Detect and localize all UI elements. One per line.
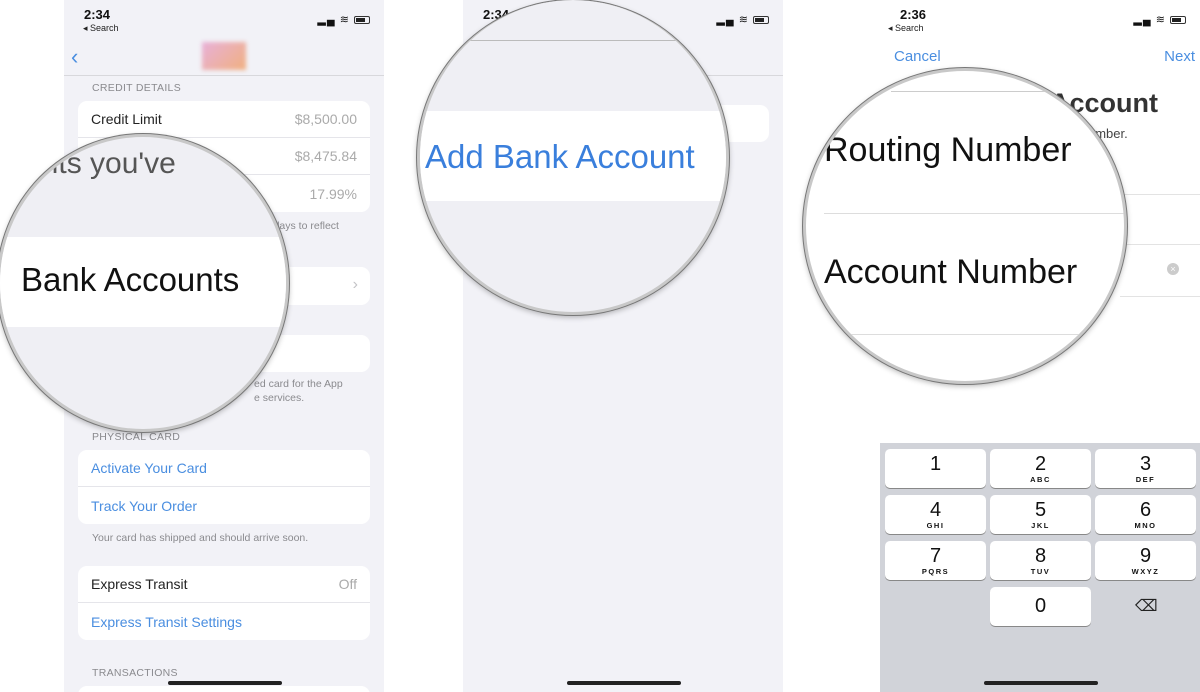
account-number-field[interactable]: Account Number — [824, 253, 1077, 292]
status-time: 2:36 — [900, 7, 927, 22]
physical-card-footer: Your card has shipped and should arrive … — [92, 532, 309, 544]
key-0[interactable]: 0 — [990, 587, 1091, 626]
key-6[interactable]: 6 MNO — [1095, 495, 1196, 534]
row-value: 17.99% — [309, 185, 357, 202]
magnifier-bank-accounts: ments you've Bank Accounts — [0, 134, 289, 432]
physical-card-header: PHYSICAL CARD — [92, 431, 181, 443]
row-label: Credit Limit — [91, 111, 162, 127]
battery-icon — [753, 16, 769, 25]
status-icons: ▂▄ ≋ — [1133, 13, 1186, 26]
status-time: 2:34 — [84, 7, 111, 22]
transactions-group — [78, 686, 370, 692]
key-3[interactable]: 3 DEF — [1095, 449, 1196, 488]
battery-icon — [1170, 16, 1186, 25]
cancel-button[interactable]: Cancel — [894, 48, 941, 65]
numeric-keypad: 1 2 ABC 3 DEF 4 GHI 5 JKL 6 MNO 7 PQRS 8 TUV 9W… — [880, 443, 1200, 692]
credit-limit-row: Credit Limit $8,500.00 — [78, 101, 370, 138]
transactions-header: TRANSACTIONS — [92, 667, 178, 679]
row-label: Express Transit — [91, 576, 188, 592]
key-5[interactable]: 5 JKL — [990, 495, 1091, 534]
battery-icon — [354, 16, 370, 25]
key-1[interactable]: 1 — [885, 449, 986, 488]
track-order-link[interactable]: Track Your Order — [78, 487, 370, 524]
backspace-icon[interactable]: ⌫ — [1135, 596, 1158, 616]
home-indicator — [984, 681, 1098, 685]
credit-details-header: CREDIT DETAILS — [92, 82, 181, 94]
next-button[interactable]: Next — [1164, 48, 1195, 65]
row-value: Off — [338, 576, 357, 592]
status-icons: ▂▄ ≋ — [716, 13, 769, 26]
express-transit-row[interactable]: Express Transit Off — [78, 566, 370, 603]
row-value: $8,500.00 — [294, 111, 357, 127]
magnifier-add-bank-account: Add Bank Account — [417, 0, 729, 315]
home-indicator — [567, 681, 681, 685]
key-2[interactable]: 2 ABC — [990, 449, 1091, 488]
magnified-text: ments you've — [0, 147, 176, 180]
back-to-search[interactable]: ◂ Search — [83, 23, 119, 34]
key-4[interactable]: 4 GHI — [885, 495, 986, 534]
express-transit-group: Express Transit Off Express Transit Setti… — [78, 566, 370, 640]
key-8[interactable]: 8 TUV — [990, 541, 1091, 580]
card-thumbnail — [202, 42, 246, 70]
add-bank-account-button[interactable]: Add Bank Account — [425, 138, 695, 176]
clear-field-icon[interactable]: × — [1167, 263, 1179, 275]
row-value: $8,475.84 — [294, 148, 357, 164]
back-chevron-icon[interactable]: ‹ — [71, 44, 78, 70]
chevron-right-icon: › — [352, 276, 358, 293]
footer-line: ed card for the App — [254, 378, 343, 390]
activate-card-link[interactable]: Activate Your Card — [78, 450, 370, 487]
home-indicator — [168, 681, 282, 685]
bank-accounts-label[interactable]: Bank Accounts — [21, 261, 239, 299]
magnifier-account-fields: Routing Number Account Number — [803, 68, 1127, 384]
key-9[interactable]: 9 WXYZ — [1095, 541, 1196, 580]
footer-line: e services. — [254, 392, 305, 404]
physical-card-group: Activate Your Card Track Your Order — [78, 450, 370, 524]
back-to-search[interactable]: ◂ Search — [888, 23, 924, 34]
routing-number-field[interactable]: Routing Number — [824, 131, 1072, 170]
express-transit-settings-link[interactable]: Express Transit Settings — [78, 603, 370, 640]
status-icons: ▂▄ ≋ — [317, 13, 370, 26]
key-7[interactable]: 7 PQRS — [885, 541, 986, 580]
